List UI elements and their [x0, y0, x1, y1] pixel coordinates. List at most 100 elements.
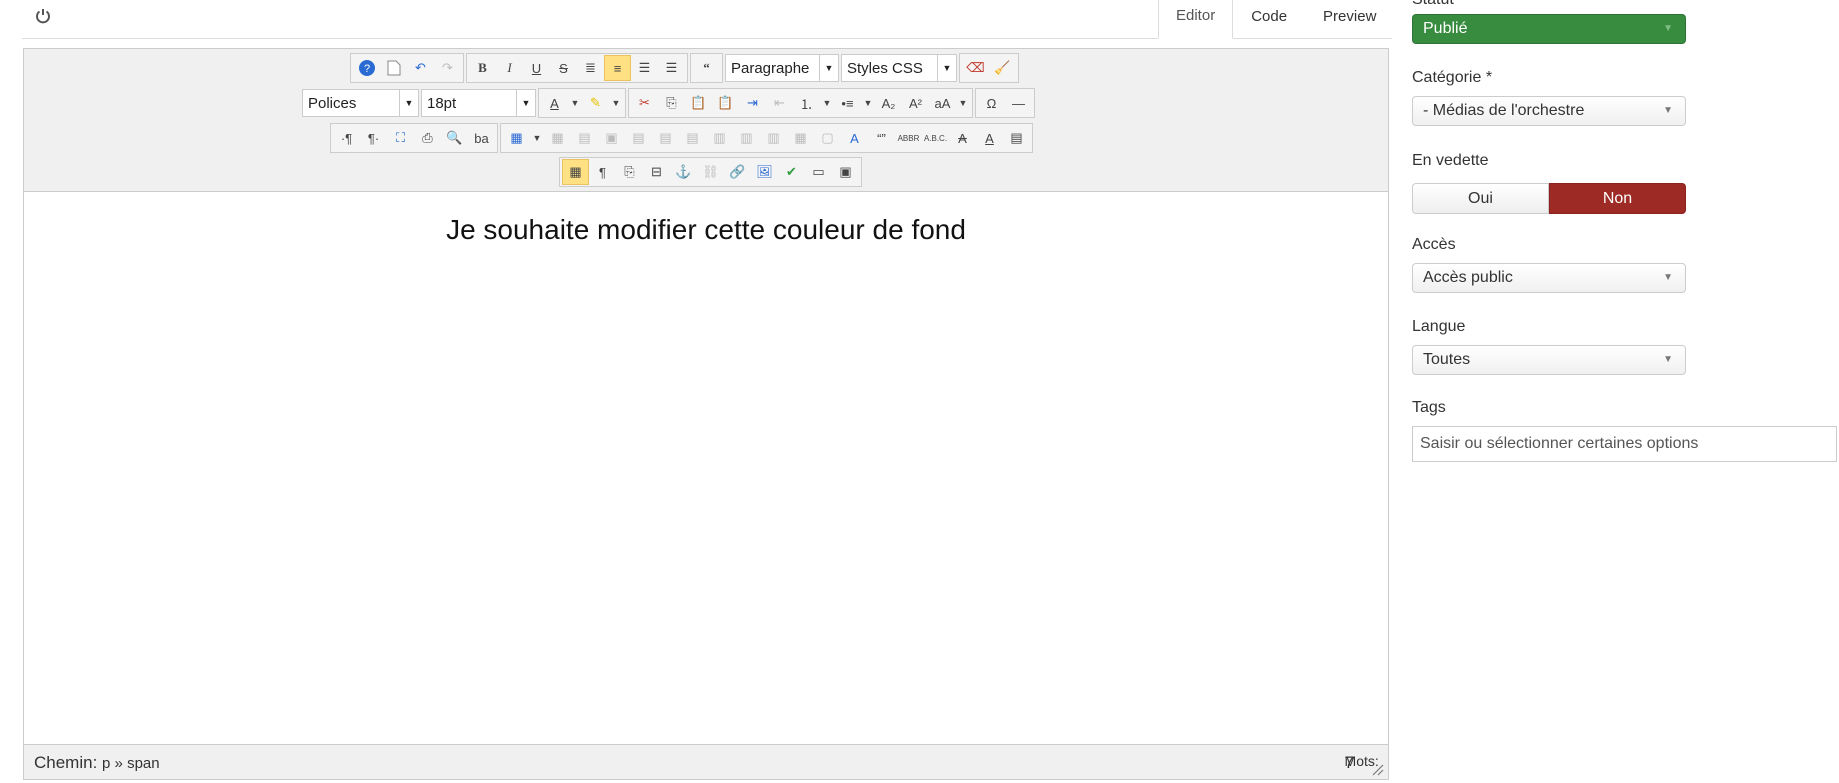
image-icon[interactable]: 🖼: [751, 159, 778, 185]
ins-icon[interactable]: A: [976, 125, 1003, 151]
align-center-icon[interactable]: ≡: [604, 55, 631, 81]
paste-text-icon[interactable]: 📋: [712, 90, 739, 116]
tab-editor[interactable]: Editor: [1158, 0, 1234, 39]
help-icon[interactable]: ?: [353, 55, 380, 81]
toolbar-group-clean: ⌫ 🧹: [959, 53, 1019, 83]
pagebreak-icon[interactable]: ▭: [805, 159, 832, 185]
search-replace-icon[interactable]: ba: [468, 125, 495, 151]
numbered-list-dropdown-icon[interactable]: ▼: [820, 90, 834, 116]
ltr-icon[interactable]: ·¶: [333, 125, 360, 151]
featured-yes-button[interactable]: Oui: [1412, 183, 1549, 214]
col-after-icon[interactable]: ▥: [733, 125, 760, 151]
readmore-icon[interactable]: ⊟: [643, 159, 670, 185]
split-cells-icon[interactable]: ▦: [787, 125, 814, 151]
unlink-icon[interactable]: ⛓: [697, 159, 724, 185]
table-icon[interactable]: ▦: [503, 125, 530, 151]
acronym-icon[interactable]: A.B.C.: [922, 125, 949, 151]
template-icon[interactable]: ⎘: [616, 159, 643, 185]
featured-no-button[interactable]: Non: [1549, 183, 1686, 214]
tags-input[interactable]: Saisir ou sélectionner certaines options: [1412, 426, 1837, 462]
align-left-icon[interactable]: ☰: [631, 55, 658, 81]
rtl-icon[interactable]: ¶·: [360, 125, 387, 151]
category-select[interactable]: - Médias de l'orchestre ▼: [1412, 96, 1686, 126]
highlight-color-dropdown-icon[interactable]: ▼: [609, 90, 623, 116]
cleanup-brush-icon[interactable]: 🧹: [989, 55, 1016, 81]
del-icon[interactable]: A: [949, 125, 976, 151]
change-case-icon[interactable]: aA: [929, 90, 956, 116]
language-select[interactable]: Toutes ▼: [1412, 345, 1686, 375]
paste-icon[interactable]: 📋: [685, 90, 712, 116]
delete-row-icon[interactable]: ▤: [679, 125, 706, 151]
align-right-icon[interactable]: ☰: [658, 55, 685, 81]
visual-aid-icon[interactable]: ▦: [562, 159, 589, 185]
link-icon[interactable]: 🔗: [724, 159, 751, 185]
cell-props-icon[interactable]: ▣: [598, 125, 625, 151]
status-value: Publié: [1423, 20, 1468, 37]
format-select[interactable]: Paragraphe ▼: [725, 54, 839, 82]
change-case-dropdown-icon[interactable]: ▼: [956, 90, 970, 116]
show-blocks-icon[interactable]: ¶: [589, 159, 616, 185]
horizontal-rule-icon[interactable]: —: [1005, 90, 1032, 116]
cut-icon[interactable]: ✂: [631, 90, 658, 116]
cite-icon[interactable]: “”: [868, 125, 895, 151]
access-select[interactable]: Accès public ▼: [1412, 263, 1686, 293]
font-family-select[interactable]: Polices ▼: [302, 89, 419, 117]
blockquote-icon[interactable]: “: [693, 55, 720, 81]
editor-content-area[interactable]: Je souhaite modifier cette couleur de fo…: [24, 192, 1388, 745]
abbr-icon[interactable]: ABBR: [895, 125, 922, 151]
copy-icon[interactable]: ⎘: [658, 90, 685, 116]
indent-icon[interactable]: ⇥: [739, 90, 766, 116]
text-color-icon[interactable]: A: [541, 90, 568, 116]
font-size-select[interactable]: 18pt ▼: [421, 89, 536, 117]
anchor-icon[interactable]: ⚓: [670, 159, 697, 185]
editor-tabs: Editor Code Preview: [1158, 0, 1394, 39]
tab-code[interactable]: Code: [1233, 0, 1305, 40]
chevron-down-icon: ▼: [1663, 23, 1673, 34]
highlight-color-icon[interactable]: ✎: [582, 90, 609, 116]
path-value[interactable]: p » span: [102, 755, 160, 772]
text-color-dropdown-icon[interactable]: ▼: [568, 90, 582, 116]
superscript-icon[interactable]: A²: [902, 90, 929, 116]
numbered-list-icon[interactable]: ⒈: [793, 90, 820, 116]
col-before-icon[interactable]: ▥: [706, 125, 733, 151]
bullet-list-icon[interactable]: •≡: [834, 90, 861, 116]
row-after-icon[interactable]: ▤: [652, 125, 679, 151]
table-dropdown-icon[interactable]: ▼: [530, 125, 544, 151]
undo-icon[interactable]: ↶: [407, 55, 434, 81]
content-paragraph[interactable]: Je souhaite modifier cette couleur de fo…: [24, 214, 1388, 246]
delete-col-icon[interactable]: ▥: [760, 125, 787, 151]
resize-handle-icon[interactable]: [1370, 761, 1384, 776]
merge-cells-icon[interactable]: ▢: [814, 125, 841, 151]
attributes-icon[interactable]: ▤: [1003, 125, 1030, 151]
special-char-icon[interactable]: Ω: [978, 90, 1005, 116]
toolbar-group-format: B I U S ≣ ≡ ☰ ☰: [466, 53, 688, 83]
search-icon[interactable]: 🔍: [441, 125, 468, 151]
status-label: Statut: [1412, 0, 1454, 9]
row-props-icon[interactable]: ▤: [571, 125, 598, 151]
bullet-list-dropdown-icon[interactable]: ▼: [861, 90, 875, 116]
eraser-icon[interactable]: ⌫: [962, 55, 989, 81]
status-select[interactable]: Publié ▼: [1412, 14, 1686, 44]
fullscreen-icon[interactable]: ⛶: [387, 125, 414, 151]
article-icon[interactable]: ▣: [832, 159, 859, 185]
language-label: Langue: [1412, 318, 1466, 335]
new-document-icon[interactable]: [380, 55, 407, 81]
styles-select[interactable]: Styles CSS ▼: [841, 54, 957, 82]
align-justify-icon[interactable]: ≣: [577, 55, 604, 81]
power-icon[interactable]: [34, 8, 52, 26]
strikethrough-icon[interactable]: S: [550, 55, 577, 81]
bold-icon[interactable]: B: [469, 55, 496, 81]
redo-icon[interactable]: ↷: [434, 55, 461, 81]
element-path: Chemin: p » span: [34, 753, 160, 773]
chevron-down-icon: ▼: [516, 90, 535, 116]
spellcheck-icon[interactable]: ✔: [778, 159, 805, 185]
tab-preview[interactable]: Preview: [1305, 0, 1394, 40]
row-before-icon[interactable]: ▤: [625, 125, 652, 151]
delete-table-icon[interactable]: ▦: [544, 125, 571, 151]
print-icon[interactable]: ⎙: [414, 125, 441, 151]
outdent-icon[interactable]: ⇤: [766, 90, 793, 116]
italic-icon[interactable]: I: [496, 55, 523, 81]
style-props-icon[interactable]: A: [841, 125, 868, 151]
subscript-icon[interactable]: A₂: [875, 90, 902, 116]
underline-icon[interactable]: U: [523, 55, 550, 81]
